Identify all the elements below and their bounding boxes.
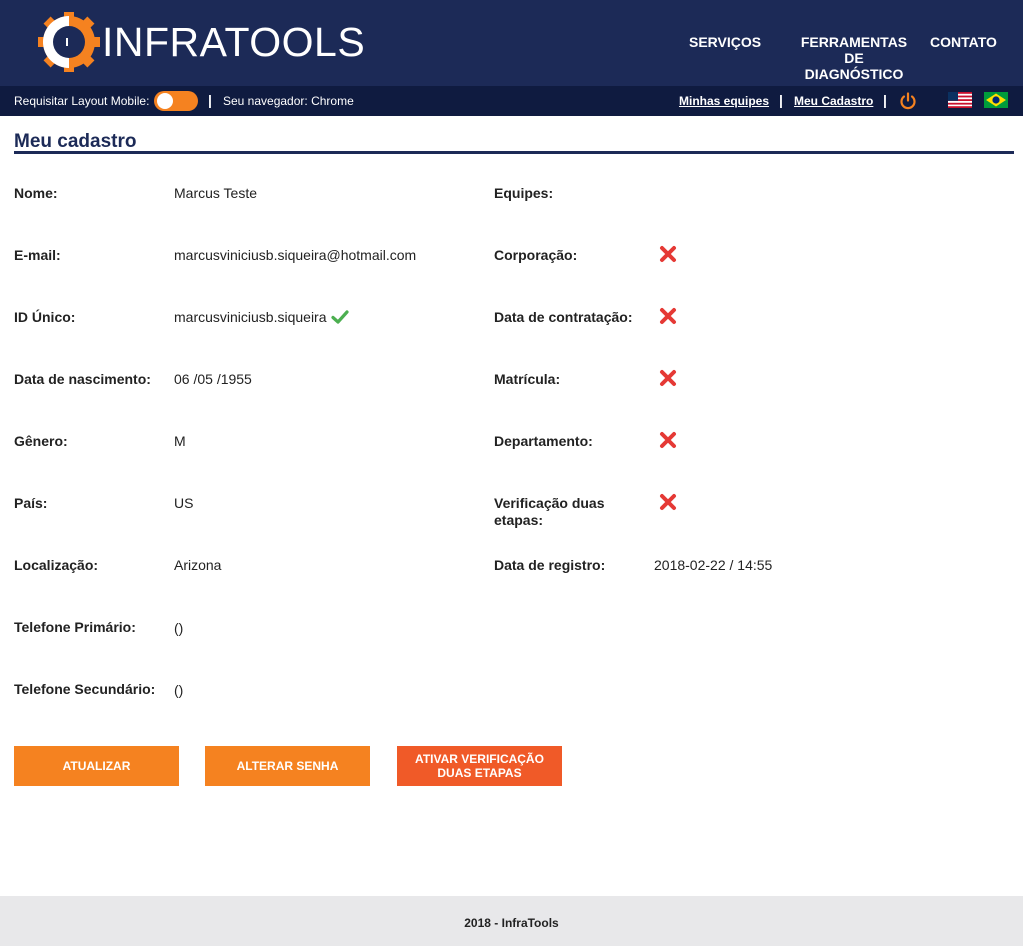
field-value-telefone-secundario: () <box>174 682 184 698</box>
footer-text: 2018 - InfraTools <box>464 916 559 930</box>
browser-info: Seu navegador: Chrome <box>223 94 354 108</box>
mobile-layout-toggle[interactable] <box>154 91 198 111</box>
field-label-data-nascimento: Data de nascimento: <box>14 371 151 387</box>
atualizar-button-label: ATUALIZAR <box>62 759 131 773</box>
nav-contato-label: CONTATO <box>930 34 997 50</box>
gear-logo-icon <box>38 12 100 72</box>
ativar-button-line2: DUAS ETAPAS <box>437 766 522 780</box>
logo-text: INFRATOOLS <box>102 18 366 65</box>
mobile-layout-label: Requisitar Layout Mobile: <box>14 94 150 108</box>
x-icon <box>660 246 676 262</box>
label-line2: etapas: <box>494 512 544 528</box>
power-icon[interactable] <box>899 92 917 110</box>
alterar-senha-button-label: ALTERAR SENHA <box>236 759 339 773</box>
field-label-equipes: Equipes: <box>494 185 554 201</box>
field-value-localizacao: Arizona <box>174 557 222 573</box>
field-value-id-unico-wrap: marcusviniciusb.siqueira <box>174 309 349 326</box>
field-label-departamento: Departamento: <box>494 433 593 449</box>
field-label-telefone-primario: Telefone Primário: <box>14 619 136 635</box>
meu-cadastro-link[interactable]: Meu Cadastro <box>794 94 873 108</box>
check-icon <box>330 310 349 324</box>
field-label-corporacao: Corporação: <box>494 247 578 263</box>
nav-servicos-label: SERVIÇOS <box>689 34 762 50</box>
nav-ferramentas-diagnostico[interactable]: FERRAMENTAS DE DIAGNÓSTICO <box>797 34 911 82</box>
page-title: Meu cadastro <box>14 131 137 152</box>
nav-servicos[interactable]: SERVIÇOS <box>689 34 761 50</box>
alterar-senha-button[interactable]: ALTERAR SENHA <box>205 746 370 786</box>
field-label-data-registro: Data de registro: <box>494 557 606 573</box>
atualizar-button[interactable]: ATUALIZAR <box>14 746 179 786</box>
nav-ferramentas-line3: DIAGNÓSTICO <box>804 66 904 82</box>
field-label-telefone-secundario: Telefone Secundário: <box>14 681 156 697</box>
nav-contato[interactable]: CONTATO <box>930 34 997 50</box>
nav-ferramentas-line2: DE <box>844 50 864 66</box>
sub-toolbar: Requisitar Layout Mobile: | Seu navegado… <box>0 86 1023 116</box>
footer: 2018 - InfraTools <box>0 896 1023 946</box>
title-divider <box>14 151 1014 154</box>
field-label-verificacao-duas-etapas: Verificação duas etapas: <box>494 495 605 529</box>
field-value-email: marcusviniciusb.siqueira@hotmail.com <box>174 247 417 263</box>
separator: | <box>208 92 212 108</box>
ativar-verificacao-button[interactable]: ATIVAR VERIFICAÇÃO DUAS ETAPAS <box>397 746 562 786</box>
label-line1: Verificação duas <box>494 495 605 511</box>
nav-ferramentas-line1: FERRAMENTAS <box>800 34 908 50</box>
field-value-data-nascimento: 06 /05 /1955 <box>174 371 252 387</box>
field-label-nome: Nome: <box>14 185 58 201</box>
brazil-flag-icon[interactable] <box>984 92 1008 108</box>
top-header: INFRATOOLS SERVIÇOS FERRAMENTAS DE DIAGN… <box>0 0 1023 86</box>
field-label-email: E-mail: <box>14 247 61 263</box>
us-flag-icon[interactable] <box>948 92 972 108</box>
minhas-equipes-link[interactable]: Minhas equipes <box>679 94 769 108</box>
field-label-pais: País: <box>14 495 48 511</box>
separator: | <box>883 92 887 108</box>
field-value-data-registro: 2018-02-22 / 14:55 <box>654 557 773 573</box>
ativar-button-line1: ATIVAR VERIFICAÇÃO <box>415 752 544 766</box>
x-icon <box>660 432 676 448</box>
field-label-localizacao: Localização: <box>14 557 99 573</box>
field-label-data-contratacao: Data de contratação: <box>494 309 633 325</box>
separator: | <box>779 92 783 108</box>
x-icon <box>660 494 676 510</box>
infratools-logo[interactable]: INFRATOOLS <box>38 12 365 72</box>
field-value-nome: Marcus Teste <box>174 185 257 201</box>
field-value-pais: US <box>174 495 194 511</box>
x-icon <box>660 370 676 386</box>
field-value-telefone-primario: () <box>174 620 184 636</box>
field-label-id-unico: ID Único: <box>14 309 76 325</box>
field-label-genero: Gênero: <box>14 433 68 449</box>
field-label-matricula: Matrícula: <box>494 371 561 387</box>
x-icon <box>660 308 676 324</box>
toggle-knob <box>157 93 173 109</box>
field-value-genero: M <box>174 433 186 449</box>
field-value-id-unico: marcusviniciusb.siqueira <box>174 309 327 325</box>
